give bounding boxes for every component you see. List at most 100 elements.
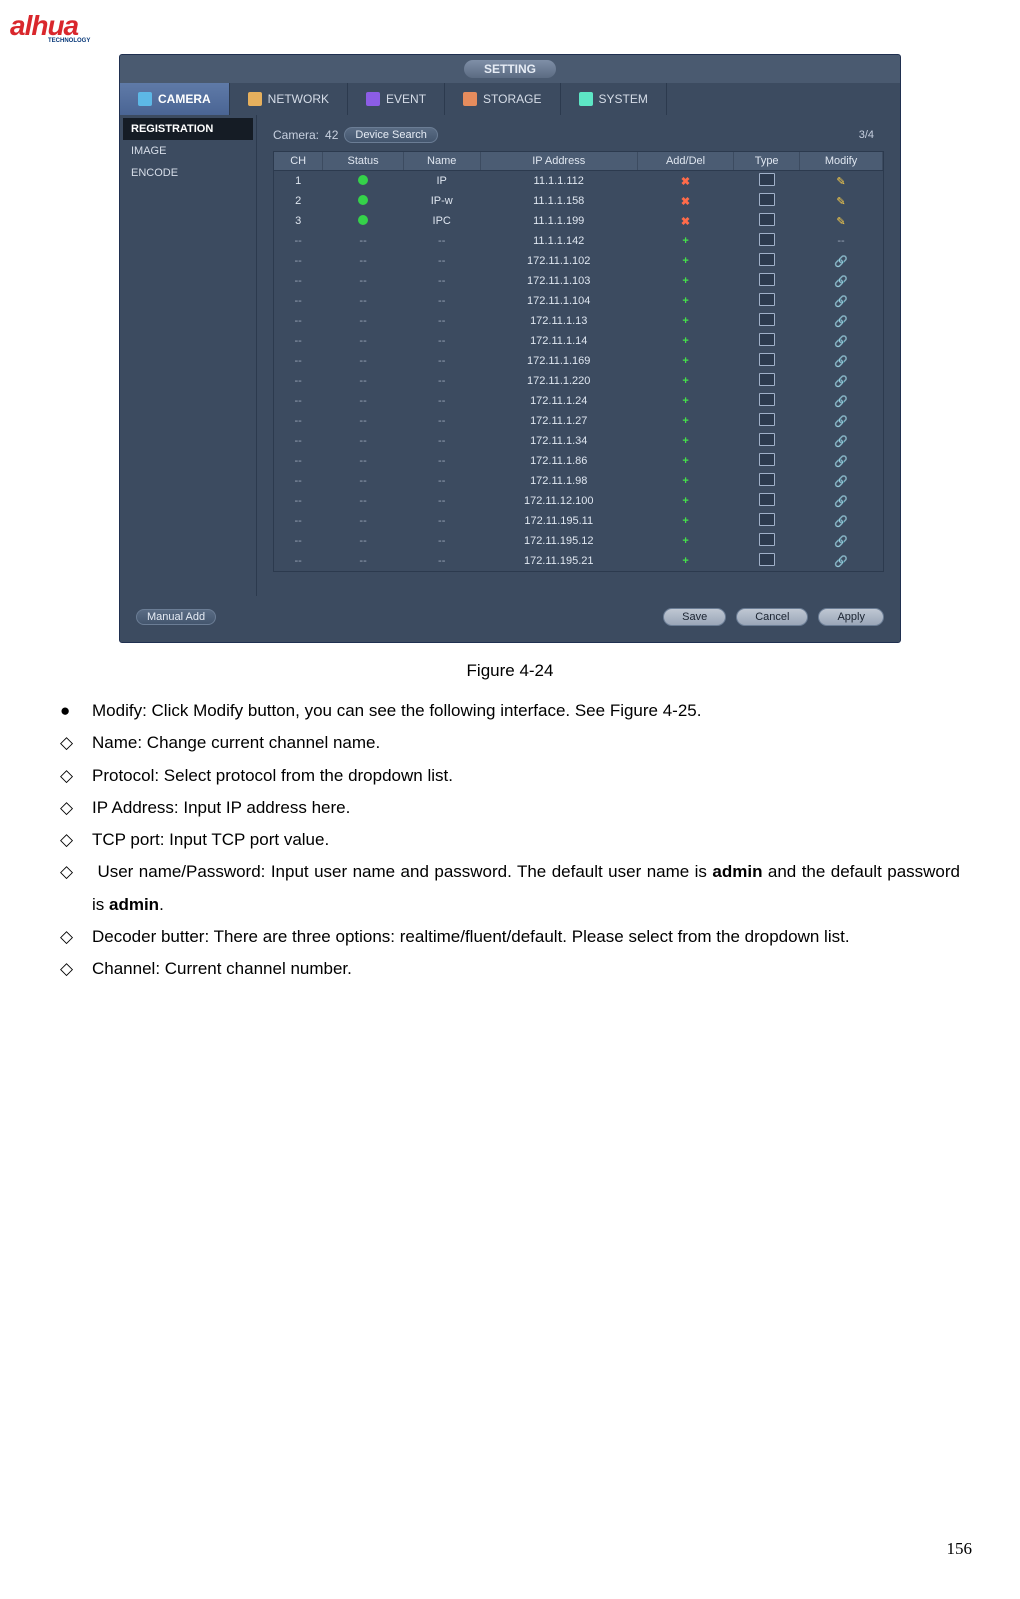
table-row[interactable]: ------172.11.1.103+🔗 [274, 271, 883, 291]
table-row[interactable]: ------172.11.1.86+🔗 [274, 451, 883, 471]
add-icon[interactable]: + [682, 515, 688, 527]
table-row[interactable]: ------172.11.195.21+🔗 [274, 551, 883, 571]
col-modify[interactable]: Modify [800, 152, 883, 171]
link-icon[interactable]: 🔗 [834, 296, 848, 308]
table-row[interactable]: ------11.1.1.142+-- [274, 231, 883, 251]
add-icon[interactable]: + [682, 235, 688, 247]
link-icon[interactable]: 🔗 [834, 556, 848, 568]
edit-icon[interactable]: ✎ [836, 196, 845, 208]
add-icon[interactable]: + [682, 355, 688, 367]
link-icon[interactable]: 🔗 [834, 396, 848, 408]
sidebar-item-encode[interactable]: ENCODE [123, 162, 253, 184]
save-button[interactable]: Save [663, 608, 726, 626]
cell-modify[interactable]: ✎ [800, 191, 883, 211]
link-icon[interactable]: 🔗 [834, 416, 848, 428]
cell-modify[interactable]: 🔗 [800, 511, 883, 531]
link-icon[interactable]: 🔗 [834, 516, 848, 528]
cancel-button[interactable]: Cancel [736, 608, 808, 626]
cell-adddel[interactable]: + [637, 471, 733, 491]
link-icon[interactable]: 🔗 [834, 536, 848, 548]
cell-adddel[interactable]: + [637, 331, 733, 351]
link-icon[interactable]: 🔗 [834, 476, 848, 488]
table-row[interactable]: ------172.11.1.34+🔗 [274, 431, 883, 451]
cell-adddel[interactable]: + [637, 391, 733, 411]
add-icon[interactable]: + [682, 335, 688, 347]
table-row[interactable]: ------172.11.195.12+🔗 [274, 531, 883, 551]
apply-button[interactable]: Apply [818, 608, 884, 626]
table-row[interactable]: ------172.11.1.169+🔗 [274, 351, 883, 371]
add-icon[interactable]: + [682, 415, 688, 427]
cell-modify[interactable]: 🔗 [800, 411, 883, 431]
tab-event[interactable]: EVENT [348, 83, 445, 115]
table-row[interactable]: ------172.11.1.104+🔗 [274, 291, 883, 311]
link-icon[interactable]: 🔗 [834, 496, 848, 508]
table-row[interactable]: ------172.11.12.100+🔗 [274, 491, 883, 511]
col-adddel[interactable]: Add/Del [637, 152, 733, 171]
delete-icon[interactable]: ✖ [681, 216, 690, 228]
cell-modify[interactable]: 🔗 [800, 311, 883, 331]
cell-modify[interactable]: 🔗 [800, 391, 883, 411]
manual-add-button[interactable]: Manual Add [136, 609, 216, 625]
cell-adddel[interactable]: + [637, 411, 733, 431]
setting-header-tab[interactable]: SETTING [464, 60, 556, 78]
col-status[interactable]: Status [323, 152, 403, 171]
add-icon[interactable]: + [682, 275, 688, 287]
add-icon[interactable]: + [682, 435, 688, 447]
add-icon[interactable]: + [682, 475, 688, 487]
link-icon[interactable]: 🔗 [834, 356, 848, 368]
add-icon[interactable]: + [682, 535, 688, 547]
cell-modify[interactable]: 🔗 [800, 491, 883, 511]
table-row[interactable]: 1IP11.1.1.112✖✎ [274, 171, 883, 192]
table-row[interactable]: ------172.11.1.98+🔗 [274, 471, 883, 491]
link-icon[interactable]: 🔗 [834, 256, 848, 268]
cell-modify[interactable]: 🔗 [800, 271, 883, 291]
link-icon[interactable]: 🔗 [834, 456, 848, 468]
tab-storage[interactable]: STORAGE [445, 83, 560, 115]
cell-adddel[interactable]: + [637, 451, 733, 471]
tab-system[interactable]: SYSTEM [561, 83, 667, 115]
link-icon[interactable]: 🔗 [834, 276, 848, 288]
add-icon[interactable]: + [682, 555, 688, 567]
table-row[interactable]: ------172.11.1.13+🔗 [274, 311, 883, 331]
table-row[interactable]: ------172.11.1.220+🔗 [274, 371, 883, 391]
cell-modify[interactable]: 🔗 [800, 291, 883, 311]
add-icon[interactable]: + [682, 375, 688, 387]
add-icon[interactable]: + [682, 295, 688, 307]
delete-icon[interactable]: ✖ [681, 176, 690, 188]
cell-modify[interactable]: ✎ [800, 171, 883, 192]
cell-modify[interactable]: 🔗 [800, 471, 883, 491]
col-name[interactable]: Name [403, 152, 480, 171]
tab-network[interactable]: NETWORK [230, 83, 348, 115]
link-icon[interactable]: 🔗 [834, 376, 848, 388]
table-row[interactable]: ------172.11.195.11+🔗 [274, 511, 883, 531]
cell-adddel[interactable]: + [637, 491, 733, 511]
add-icon[interactable]: + [682, 495, 688, 507]
cell-modify[interactable]: -- [800, 231, 883, 251]
table-row[interactable]: ------172.11.1.27+🔗 [274, 411, 883, 431]
cell-modify[interactable]: 🔗 [800, 531, 883, 551]
link-icon[interactable]: 🔗 [834, 336, 848, 348]
col-ip[interactable]: IP Address [480, 152, 637, 171]
table-row[interactable]: ------172.11.1.24+🔗 [274, 391, 883, 411]
cell-modify[interactable]: 🔗 [800, 251, 883, 271]
cell-modify[interactable]: 🔗 [800, 351, 883, 371]
delete-icon[interactable]: ✖ [681, 196, 690, 208]
cell-adddel[interactable]: + [637, 371, 733, 391]
table-row[interactable]: ------172.11.1.102+🔗 [274, 251, 883, 271]
cell-adddel[interactable]: + [637, 291, 733, 311]
sidebar-item-image[interactable]: IMAGE [123, 140, 253, 162]
cell-modify[interactable]: 🔗 [800, 551, 883, 571]
edit-icon[interactable]: ✎ [836, 216, 845, 228]
tab-camera[interactable]: CAMERA [120, 83, 230, 115]
cell-adddel[interactable]: ✖ [637, 211, 733, 231]
cell-adddel[interactable]: + [637, 511, 733, 531]
cell-adddel[interactable]: + [637, 231, 733, 251]
cell-adddel[interactable]: + [637, 251, 733, 271]
table-row[interactable]: ------172.11.1.14+🔗 [274, 331, 883, 351]
col-ch[interactable]: CH [274, 152, 323, 171]
cell-adddel[interactable]: + [637, 531, 733, 551]
link-icon[interactable]: 🔗 [834, 436, 848, 448]
device-search-button[interactable]: Device Search [344, 127, 438, 143]
cell-adddel[interactable]: + [637, 431, 733, 451]
cell-adddel[interactable]: + [637, 311, 733, 331]
